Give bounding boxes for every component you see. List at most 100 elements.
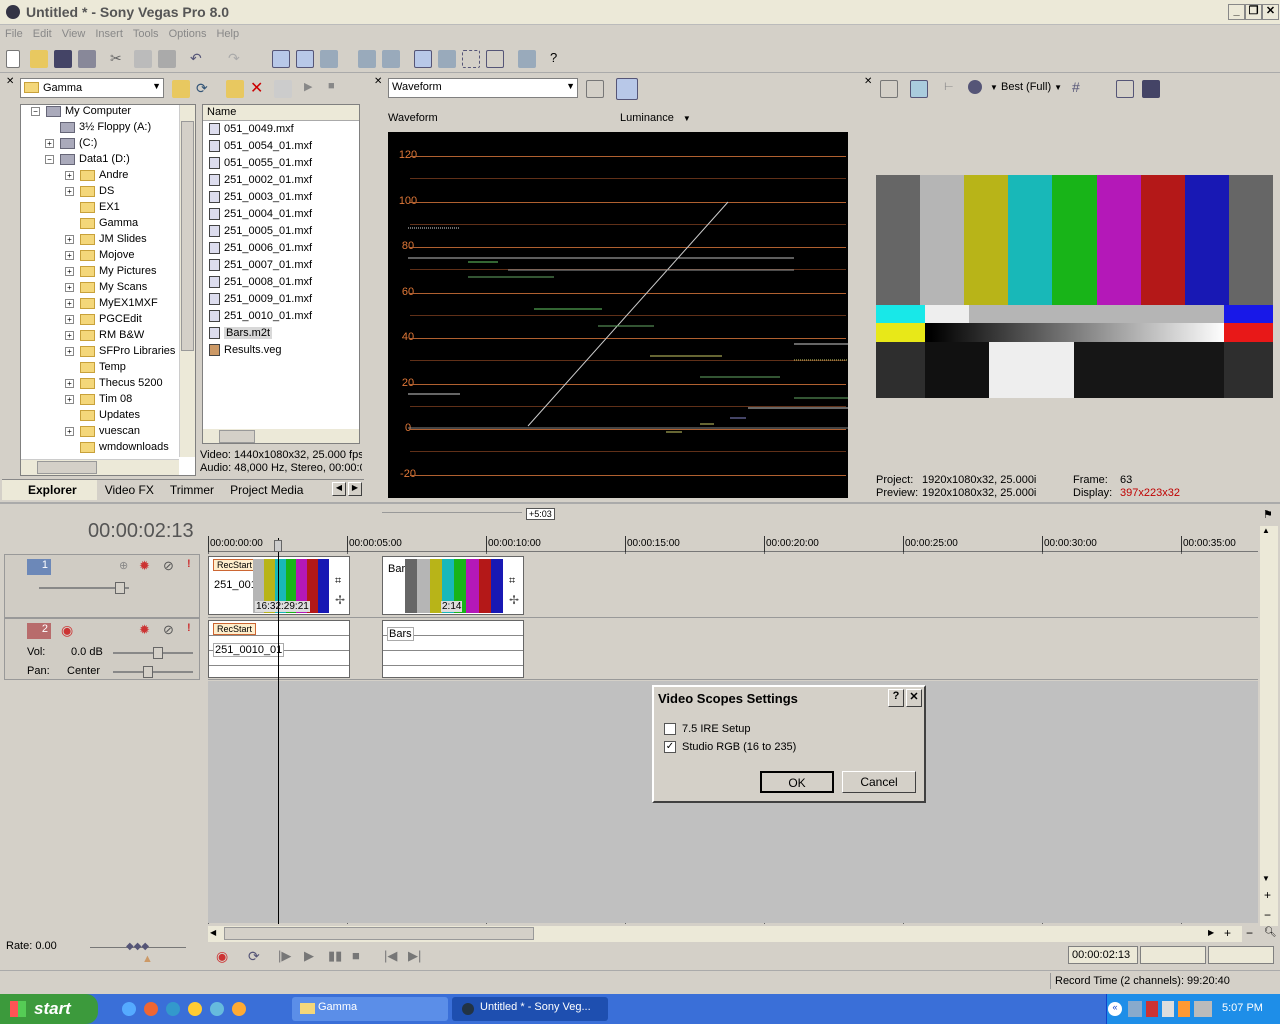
file-item[interactable]: 251_0008_01.mxf [209, 276, 312, 292]
tree-item[interactable]: +Gamma [65, 217, 138, 233]
zoom-horizontal-out-icon[interactable]: − [1246, 926, 1253, 940]
menu-file[interactable]: File [0, 25, 28, 43]
location-dropdown[interactable]: Gamma ▼ [20, 78, 164, 98]
solo-icon[interactable]: ! [187, 622, 191, 634]
preview-quality-dropdown[interactable]: ▼ Best (Full) ▼ [990, 81, 1062, 93]
tree-item[interactable]: − My Computer [31, 105, 131, 121]
scope-mode-dropdown[interactable]: Waveform ▼ [388, 78, 578, 98]
tree-item[interactable]: + RM B&W [65, 329, 144, 345]
update-scopes-icon[interactable] [616, 78, 638, 100]
expand-icon[interactable]: + [45, 138, 54, 148]
tree-item[interactable]: + PGCEdit [65, 313, 142, 329]
file-item[interactable]: 251_0002_01.mxf [209, 174, 312, 190]
undo-icon[interactable]: ↶ [190, 50, 208, 68]
stop-button[interactable]: ■ [352, 948, 360, 963]
tabs-right-arrow[interactable]: ▶ [348, 482, 362, 496]
file-item[interactable]: 251_0006_01.mxf [209, 242, 312, 258]
tree-vscrollbar[interactable] [179, 105, 195, 457]
autoripple-icon[interactable] [296, 50, 314, 68]
preview-properties-icon[interactable] [880, 80, 898, 98]
crop-icon[interactable]: ⌗ [335, 575, 341, 588]
tree-item[interactable]: + Andre [65, 169, 128, 185]
menu-options[interactable]: Options [164, 25, 212, 43]
video-track-header[interactable]: 1 ⊕ ✹ ⊘ ! [4, 554, 200, 618]
file-item[interactable]: 251_0009_01.mxf [209, 293, 312, 309]
scope-settings-icon[interactable] [586, 80, 604, 98]
ignore-grouping-icon[interactable] [382, 50, 400, 68]
audio-clip-1[interactable]: RecStart 251_0010_01 [208, 620, 350, 678]
crop-icon[interactable]: ⌗ [509, 575, 515, 588]
expand-icon[interactable]: − [31, 106, 40, 116]
tree-item[interactable]: +Temp [65, 361, 126, 377]
timeline-hscrollbar[interactable]: ◀ ▶ + [208, 926, 1242, 942]
save-snapshot-icon[interactable] [1142, 80, 1160, 98]
expand-icon[interactable]: + [65, 234, 74, 244]
new-folder-icon[interactable] [226, 80, 244, 98]
end-timecode[interactable]: 00:00:02:13 [1068, 946, 1138, 964]
quicklaunch-icon-4[interactable] [188, 1002, 202, 1016]
copy-snapshot-icon[interactable] [1116, 80, 1134, 98]
fx-icon[interactable]: ✹ [139, 558, 150, 574]
tree-item[interactable]: +wmdownloads [65, 441, 169, 457]
expand-icon[interactable]: + [65, 266, 74, 276]
expand-icon[interactable]: + [65, 170, 74, 180]
mute-icon[interactable]: ⊘ [163, 558, 174, 574]
tray-expand-icon[interactable]: « [1108, 1002, 1122, 1016]
pan-slider[interactable] [113, 666, 193, 678]
tab-explorer[interactable]: Explorer [2, 480, 97, 500]
close-icon[interactable]: ✕ [6, 76, 14, 87]
file-item[interactable]: 051_0054_01.mxf [209, 140, 312, 156]
external-monitor-icon[interactable] [910, 80, 928, 98]
tree-item[interactable]: +3½ Floppy (A:) [45, 121, 151, 137]
close-button[interactable]: ✕ [906, 689, 922, 707]
delete-icon[interactable]: ✕ [250, 78, 268, 97]
audio-clip-2[interactable]: Bars [382, 620, 524, 678]
zoom-tool-small-icon[interactable]: 🔍︎ [1264, 927, 1277, 938]
expand-icon[interactable]: + [65, 426, 74, 436]
timeline-ruler[interactable]: 00:00:00:00 00:00:05:00 00:00:10:00 00:00:1… [208, 532, 1258, 924]
composite-mode-icon[interactable]: ⊕ [119, 559, 128, 572]
preview-quality-icon[interactable] [968, 80, 982, 94]
whats-this-icon[interactable]: ? [550, 50, 568, 68]
file-item[interactable]: 251_0007_01.mxf [209, 259, 312, 275]
file-item[interactable]: 251_0004_01.mxf [209, 208, 312, 224]
name-column-header[interactable]: Name [203, 105, 359, 121]
minimize-button[interactable]: _ [1228, 4, 1245, 20]
pause-button[interactable]: ▮▮ [328, 948, 342, 964]
playhead-handle[interactable] [274, 540, 282, 552]
quicklaunch-icon-3[interactable] [166, 1002, 180, 1016]
video-clip-1[interactable]: RecStart 251_0010_01 16:32:29:21 ⌗ ✢ [208, 556, 350, 615]
tab-trimmer[interactable]: Trimmer [162, 480, 222, 500]
expand-icon[interactable]: + [65, 346, 74, 356]
expand-icon[interactable]: − [45, 154, 54, 164]
menu-help[interactable]: Help [211, 25, 244, 43]
auto-crossfade-icon[interactable] [358, 50, 376, 68]
expand-icon[interactable]: + [65, 282, 74, 292]
ie-icon[interactable] [122, 1002, 136, 1016]
selection-end-field[interactable] [1208, 946, 1274, 964]
tree-item[interactable]: + JM Slides [65, 233, 147, 249]
volume-slider[interactable] [113, 647, 193, 659]
new-icon[interactable] [6, 50, 20, 68]
expand-icon[interactable]: + [65, 186, 74, 196]
menu-view[interactable]: View [57, 25, 91, 43]
tree-item[interactable]: + vuescan [65, 425, 140, 441]
paste-icon[interactable] [158, 50, 176, 68]
help-button[interactable]: ? [888, 689, 904, 707]
tree-item[interactable]: + My Pictures [65, 265, 156, 281]
quicklaunch-icon-6[interactable] [232, 1002, 246, 1016]
loop-playback-button[interactable]: ⟳ [248, 948, 260, 965]
restore-button[interactable]: ❐ [1245, 4, 1262, 20]
scope-channel-dropdown[interactable]: Luminance ▼ [620, 112, 691, 124]
taskbar-item-vegas[interactable]: Untitled * - Sony Veg... [452, 997, 608, 1021]
close-icon[interactable]: ✕ [864, 76, 872, 87]
split-screen-icon[interactable]: ⊢ [944, 80, 962, 98]
tree-item[interactable]: + DS [65, 185, 114, 201]
tree-item[interactable]: +EX1 [65, 201, 120, 217]
firefox-icon[interactable] [144, 1002, 158, 1016]
ire-setup-checkbox[interactable]: 7.5 IRE Setup [664, 723, 751, 736]
marker-flag-icon[interactable]: ⚑ [1263, 508, 1273, 521]
tree-item[interactable]: − Data1 (D:) [45, 153, 130, 169]
up-folder-icon[interactable] [172, 80, 190, 98]
go-to-start-button[interactable]: |◀ [384, 948, 397, 964]
